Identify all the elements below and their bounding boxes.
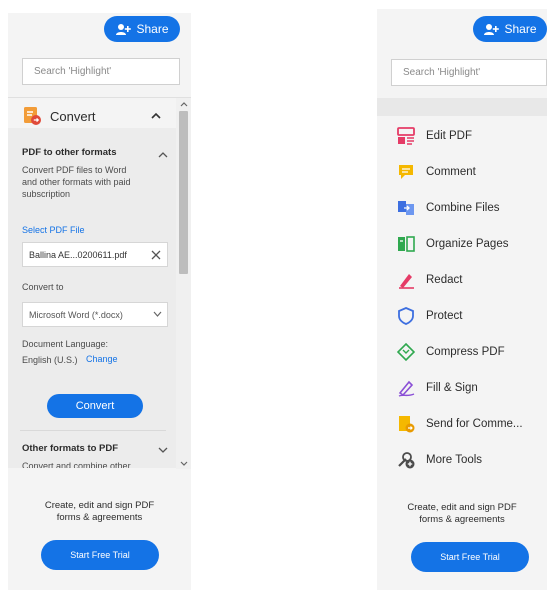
compress-pdf-icon [397, 343, 415, 361]
tool-combine-files[interactable]: Combine Files [397, 194, 547, 222]
convert-section-header[interactable]: Convert [22, 102, 172, 130]
start-free-trial-button[interactable]: Start Free Trial [41, 540, 159, 570]
share-label: Share [504, 22, 537, 36]
start-free-trial-button[interactable]: Start Free Trial [411, 542, 529, 572]
search-input[interactable]: Search 'Highlight' [22, 58, 180, 85]
share-button[interactable]: Share [104, 16, 180, 42]
search-input[interactable]: Search 'Highlight' [391, 59, 547, 86]
divider [8, 97, 191, 98]
combine-files-icon [397, 199, 415, 217]
tool-protect[interactable]: Protect [397, 302, 547, 330]
tool-label: Organize Pages [426, 238, 509, 250]
convert-button[interactable]: Convert [47, 394, 143, 418]
scroll-up-arrow-icon[interactable] [180, 102, 188, 107]
select-pdf-file-link[interactable]: Select PDF File [22, 225, 85, 235]
change-language-link[interactable]: Change [86, 354, 118, 364]
tool-label: Redact [426, 274, 463, 286]
promo-line: Create, edit and sign PDF [44, 500, 155, 511]
send-for-comment-icon [397, 415, 415, 433]
pdf-to-other-description: Convert PDF files to Word and other form… [22, 164, 131, 200]
chevron-down-icon [153, 311, 162, 317]
tool-send-for-comment[interactable]: Send for Comme... [397, 410, 547, 438]
convert-header-label: Convert [50, 108, 96, 124]
scrollbar-thumb[interactable] [179, 111, 188, 274]
other-to-pdf-title: Other formats to PDF [22, 443, 119, 454]
add-user-icon [116, 23, 132, 35]
tool-fill-sign[interactable]: Fill & Sign [397, 374, 547, 402]
tool-label: Protect [426, 310, 463, 322]
document-language-value: English (U.S.) [22, 355, 78, 365]
convert-tool-icon [24, 107, 41, 125]
tools-panel: Share Search 'Highlight' Edit PDF Commen… [377, 9, 547, 590]
scroll-down-arrow-icon[interactable] [180, 461, 188, 466]
description-line: Convert PDF files to Word [22, 165, 127, 175]
tool-label: Comment [426, 166, 476, 178]
divider [20, 430, 166, 431]
comment-icon [397, 163, 415, 181]
description-line: subscription [22, 189, 71, 199]
tool-label: More Tools [426, 454, 483, 466]
add-user-icon [484, 23, 500, 35]
tool-compress-pdf[interactable]: Compress PDF [397, 338, 547, 366]
divider-strip [377, 98, 547, 116]
other-to-pdf-description: Convert and combine other [22, 461, 131, 468]
promo-footer: Create, edit and sign PDF forms & agreem… [377, 474, 547, 590]
pdf-to-other-title: PDF to other formats [22, 147, 117, 158]
organize-pages-icon [397, 235, 415, 253]
tool-redact[interactable]: Redact [397, 266, 547, 294]
convert-panel: Share Search 'Highlight' Convert PDF to … [8, 13, 191, 590]
chevron-up-icon[interactable] [158, 151, 168, 158]
promo-text: Create, edit and sign PDF forms & agreem… [8, 500, 191, 524]
tool-edit-pdf[interactable]: Edit PDF [397, 122, 547, 150]
chevron-up-icon[interactable] [151, 112, 161, 119]
more-tools-icon [397, 451, 415, 469]
tool-comment[interactable]: Comment [397, 158, 547, 186]
document-language-label: Document Language: [22, 339, 109, 349]
edit-pdf-icon [397, 127, 415, 145]
search-placeholder: Search 'Highlight' [34, 66, 112, 77]
tool-label: Compress PDF [426, 346, 505, 358]
share-label: Share [136, 22, 169, 36]
selected-file-field: Ballina AE...0200611.pdf [22, 242, 168, 267]
convert-to-value: Microsoft Word (*.docx) [29, 309, 123, 320]
tool-organize-pages[interactable]: Organize Pages [397, 230, 547, 258]
tool-label: Send for Comme... [426, 418, 523, 430]
description-line: and other formats with paid [22, 177, 131, 187]
file-name: Ballina AE...0200611.pdf [29, 249, 127, 260]
convert-to-select[interactable]: Microsoft Word (*.docx) [22, 302, 168, 327]
chevron-down-icon[interactable] [158, 447, 168, 454]
redact-icon [397, 271, 415, 289]
promo-text: Create, edit and sign PDF forms & agreem… [377, 502, 547, 526]
fill-sign-icon [397, 379, 415, 397]
close-icon[interactable] [151, 250, 161, 260]
promo-line: forms & agreements [56, 512, 143, 523]
share-button[interactable]: Share [473, 16, 547, 42]
promo-line: Create, edit and sign PDF [407, 502, 517, 513]
tool-label: Fill & Sign [426, 382, 478, 394]
convert-to-label: Convert to [22, 282, 64, 292]
promo-footer: Create, edit and sign PDF forms & agreem… [8, 470, 191, 590]
protect-icon [397, 307, 415, 325]
tool-label: Combine Files [426, 202, 500, 214]
tool-more-tools[interactable]: More Tools [397, 446, 547, 474]
tool-label: Edit PDF [426, 130, 473, 142]
search-placeholder: Search 'Highlight' [403, 67, 481, 78]
promo-line: forms & agreements [419, 514, 505, 525]
